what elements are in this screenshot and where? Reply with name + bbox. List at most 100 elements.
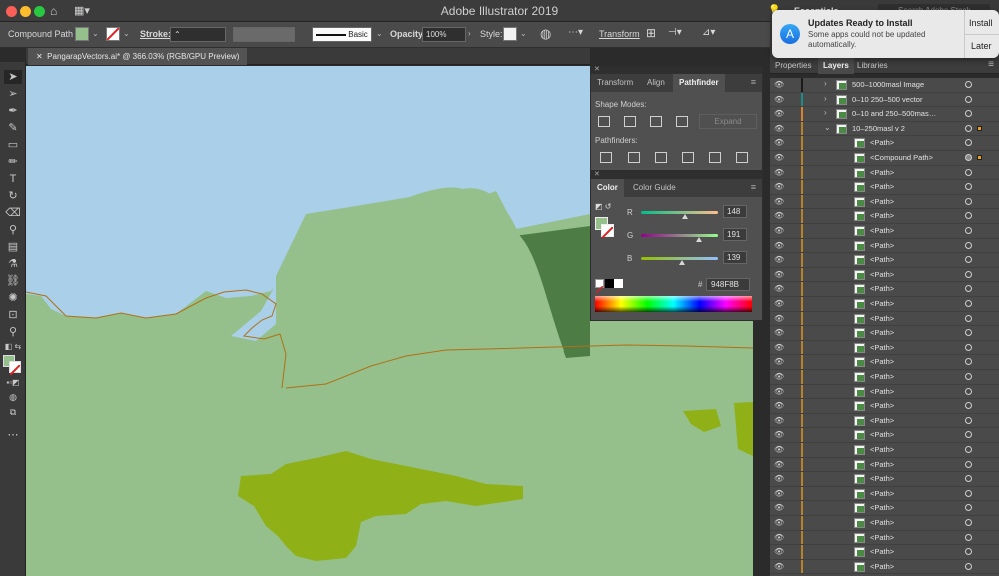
minus-front-icon[interactable] [624, 116, 636, 127]
panel-menu-icon[interactable]: ≡ [751, 77, 756, 87]
layer-row[interactable]: 👁 › 0–10 and 250–500mas… [770, 107, 999, 122]
layer-row[interactable]: 👁 › 500–1000masl Image [770, 78, 999, 93]
target-circle-icon[interactable] [965, 154, 972, 161]
tab-libraries[interactable]: Libraries [852, 58, 893, 74]
selection-indicator[interactable] [977, 155, 982, 160]
target-circle-icon[interactable] [965, 519, 972, 526]
expand-chevron-right-icon[interactable]: › [824, 94, 827, 103]
target-circle-icon[interactable] [965, 270, 972, 278]
visibility-eye-icon[interactable]: 👁 [774, 226, 784, 235]
tab-pathfinder[interactable]: Pathfinder [673, 74, 725, 92]
visibility-eye-icon[interactable]: 👁 [774, 314, 784, 323]
visibility-eye-icon[interactable]: 👁 [774, 503, 784, 512]
tab-transform[interactable]: Transform [591, 74, 639, 92]
visibility-eye-icon[interactable]: 👁 [774, 489, 784, 498]
sublayer-row[interactable]: 👁 <Path> [770, 165, 999, 181]
rotate-tool-icon[interactable]: ↻ [4, 189, 22, 203]
target-circle-icon[interactable] [965, 373, 972, 380]
sublayer-row[interactable]: 👁 <Path> [770, 194, 999, 210]
panel-menu-icon[interactable]: ≡ [751, 182, 756, 192]
g-slider-thumb[interactable] [696, 237, 702, 242]
curvature-tool-icon[interactable]: ✎ [4, 121, 22, 135]
target-circle-icon[interactable] [965, 416, 972, 424]
arrange-icon[interactable]: ⊿▾ [702, 27, 715, 38]
visibility-eye-icon[interactable]: 👁 [774, 460, 784, 469]
stroke-none-swatch[interactable] [106, 27, 120, 41]
r-slider-thumb[interactable] [682, 214, 688, 219]
visibility-eye-icon[interactable]: 👁 [774, 270, 784, 279]
tab-properties[interactable]: Properties [770, 58, 816, 74]
target-circle-icon[interactable] [965, 431, 972, 439]
visibility-eye-icon[interactable]: 👁 [774, 182, 784, 191]
chevron-down-icon[interactable]: ⌄ [123, 29, 130, 38]
visibility-eye-icon[interactable]: 👁 [774, 387, 784, 396]
target-circle-icon[interactable] [965, 183, 972, 191]
sublayer-row[interactable]: 👁 <Path> [770, 224, 999, 239]
visibility-eye-icon[interactable]: 👁 [774, 401, 784, 410]
graphic-style-swatch[interactable] [503, 27, 517, 41]
target-circle-icon[interactable] [965, 95, 972, 103]
panel-grip[interactable]: ✕ [591, 170, 762, 179]
sublayer-row[interactable]: 👁 <Path> [770, 545, 999, 560]
isolate-object-icon[interactable]: ⊞ [646, 26, 656, 40]
target-circle-icon[interactable] [965, 358, 972, 366]
symbol-sprayer-tool-icon[interactable]: ✺ [4, 291, 22, 305]
stroke-weight-field[interactable]: ⌃ [170, 27, 226, 42]
hex-value-field[interactable]: 948F8B [706, 278, 750, 291]
target-circle-icon[interactable] [965, 81, 972, 88]
opacity-field[interactable]: 100% [422, 27, 466, 42]
target-circle-icon[interactable] [965, 241, 972, 249]
chevron-down-icon[interactable]: ⌄ [92, 29, 99, 38]
sublayer-row[interactable]: 👁 <Path> [770, 253, 999, 268]
b-slider-thumb[interactable] [679, 260, 685, 265]
sublayer-row[interactable]: 👁 <Path> [770, 282, 999, 297]
sublayer-row[interactable]: 👁 <Path> [770, 472, 999, 487]
sublayer-row[interactable]: 👁 <Path> [770, 413, 999, 429]
opacity-label[interactable]: Opacity: [390, 29, 426, 39]
visibility-eye-icon[interactable]: 👁 [774, 518, 784, 527]
visibility-eye-icon[interactable]: 👁 [774, 357, 784, 366]
visibility-eye-icon[interactable]: 👁 [774, 328, 784, 337]
expand-chevron-right-icon[interactable]: › [824, 79, 827, 88]
r-slider-track[interactable] [641, 211, 718, 214]
panel-menu-icon[interactable]: ≡ [988, 59, 994, 70]
sublayer-row[interactable]: 👁 <Path> [770, 559, 999, 575]
blend-tool-icon[interactable]: ⛓ [4, 274, 22, 288]
visibility-eye-icon[interactable]: 👁 [774, 343, 784, 352]
expand-chevron-right-icon[interactable]: › [824, 108, 827, 117]
target-circle-icon[interactable] [965, 460, 972, 468]
stroke-label[interactable]: Stroke: [140, 29, 171, 39]
close-icon[interactable]: ✕ [594, 170, 600, 178]
sublayer-row[interactable]: 👁 <Path> [770, 501, 999, 516]
tab-color-guide[interactable]: Color Guide [627, 179, 682, 197]
target-circle-icon[interactable] [965, 314, 972, 322]
visibility-eye-icon[interactable]: 👁 [774, 95, 784, 104]
target-circle-icon[interactable] [965, 212, 972, 220]
transform-button[interactable]: Transform [599, 29, 640, 39]
none-color-chip[interactable] [595, 279, 604, 294]
eyedropper-tool-icon[interactable]: ⚗ [4, 257, 22, 271]
r-value-field[interactable]: 148 [723, 205, 747, 218]
gradient-tool-icon[interactable]: ▤ [4, 240, 22, 254]
target-circle-icon[interactable] [965, 300, 972, 307]
visibility-eye-icon[interactable]: 👁 [774, 211, 784, 220]
screen-mode-icon[interactable]: ⧉ [4, 405, 22, 419]
close-icon[interactable]: ✕ [594, 65, 600, 73]
direct-selection-tool-icon[interactable]: ➢ [4, 87, 22, 101]
visibility-eye-icon[interactable]: 👁 [774, 241, 784, 250]
expand-button[interactable]: Expand [699, 114, 757, 129]
visibility-eye-icon[interactable]: 👁 [774, 474, 784, 483]
visibility-eye-icon[interactable]: 👁 [774, 255, 784, 264]
white-color-chip[interactable] [614, 279, 623, 288]
divide-icon[interactable] [600, 152, 612, 163]
sublayer-row[interactable]: 👁 <Path> [770, 355, 999, 370]
visibility-eye-icon[interactable]: 👁 [774, 284, 784, 293]
visibility-eye-icon[interactable]: 👁 [774, 153, 784, 162]
visibility-eye-icon[interactable]: 👁 [774, 533, 784, 542]
rectangle-tool-icon[interactable]: ▭ [4, 138, 22, 152]
sublayer-row[interactable]: 👁 <Path> [770, 340, 999, 356]
variable-width-profile[interactable] [233, 27, 295, 42]
tab-align[interactable]: Align [641, 74, 671, 92]
visibility-eye-icon[interactable]: 👁 [774, 168, 784, 177]
target-circle-icon[interactable] [965, 475, 972, 483]
